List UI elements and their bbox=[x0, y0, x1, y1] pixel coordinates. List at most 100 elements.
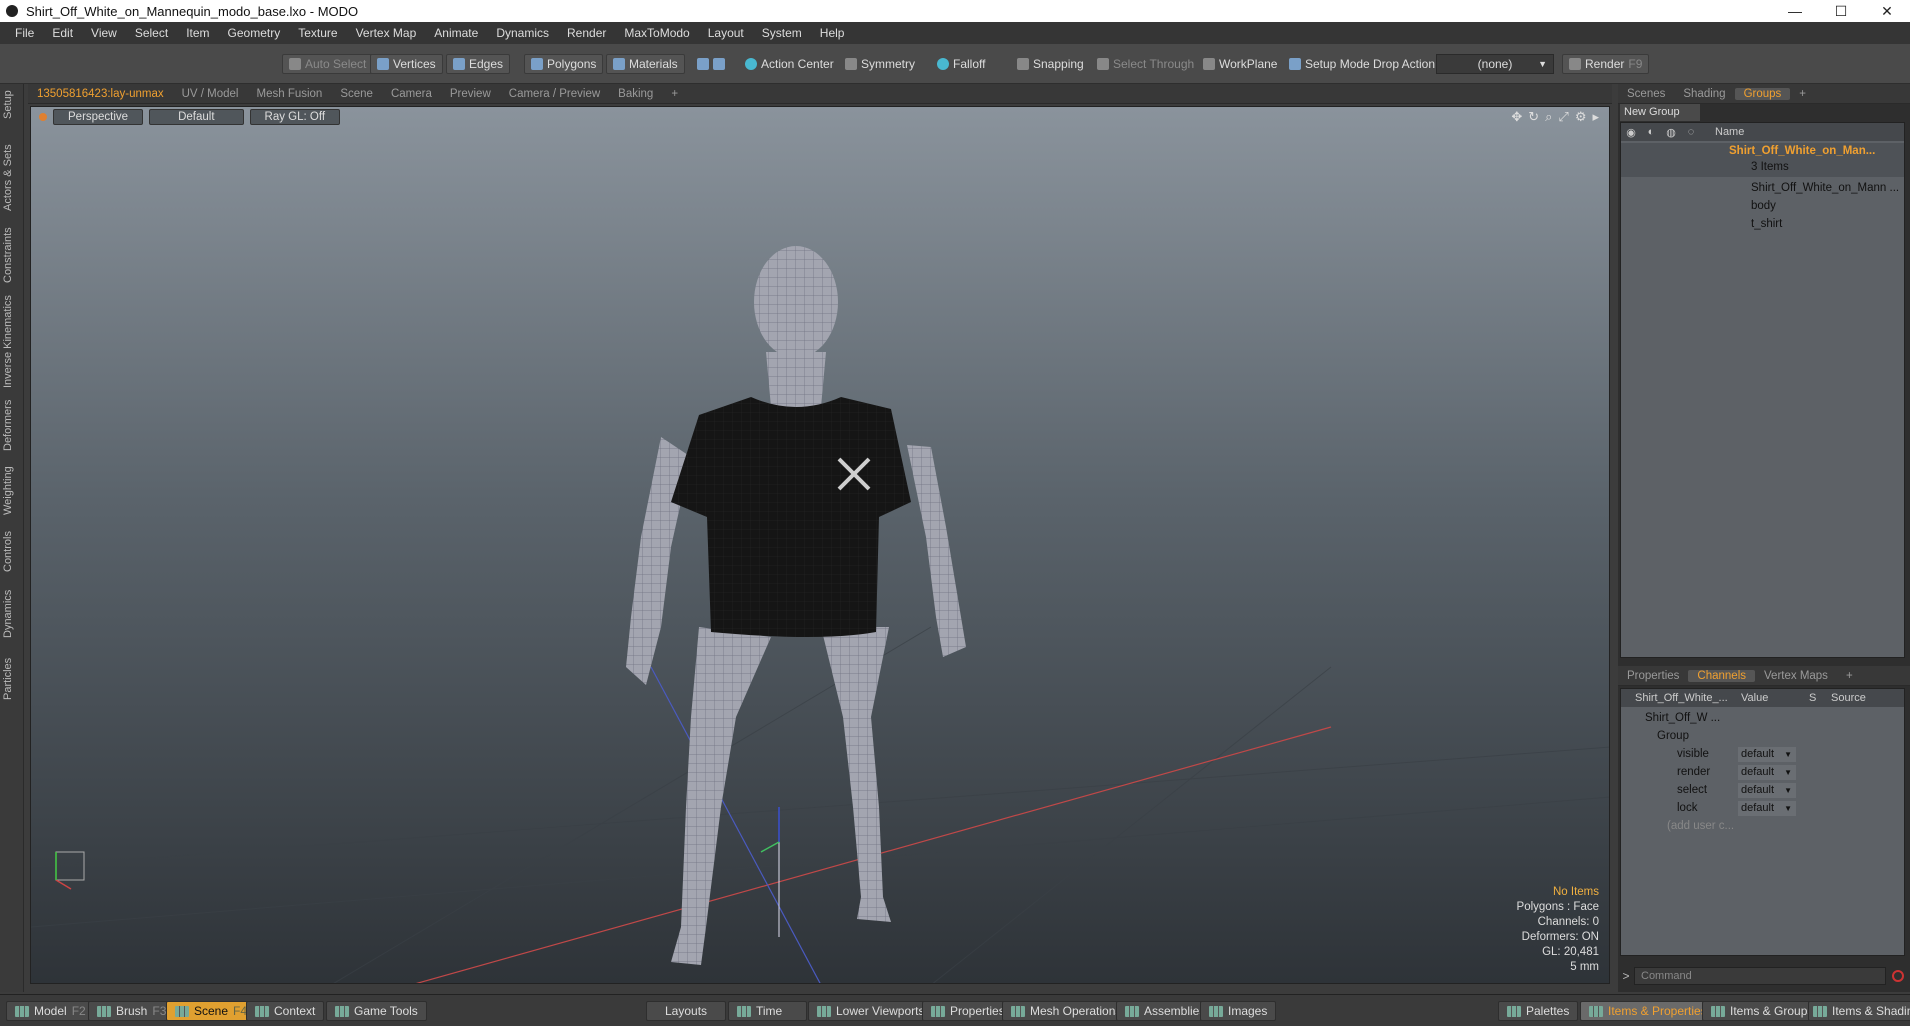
tab-weighting[interactable]: Weighting bbox=[2, 460, 22, 522]
falloff-button[interactable]: Falloff bbox=[930, 54, 992, 74]
layout-game-tools-button[interactable]: Game Tools bbox=[326, 1001, 427, 1021]
snapping-button[interactable]: Snapping bbox=[1010, 54, 1091, 74]
select-through-button[interactable]: Select Through bbox=[1090, 54, 1201, 74]
channel-group-row[interactable]: Group bbox=[1621, 727, 1904, 745]
tab-constraints[interactable]: Constraints bbox=[2, 222, 22, 288]
tab-inverse-kinematics[interactable]: Inverse Kinematics bbox=[2, 292, 22, 392]
menu-view[interactable]: View bbox=[82, 26, 126, 40]
items-properties-button[interactable]: Items & Properties bbox=[1580, 1001, 1716, 1021]
menu-vertex-map[interactable]: Vertex Map bbox=[347, 26, 426, 40]
record-icon[interactable] bbox=[1892, 970, 1904, 982]
layout-brush-button[interactable]: Brush F3 bbox=[88, 1001, 176, 1021]
tab-channels[interactable]: Channels bbox=[1688, 669, 1756, 682]
menu-maxtomodo[interactable]: MaxToModo bbox=[615, 26, 698, 40]
tab-camera-preview[interactable]: Camera / Preview bbox=[500, 88, 609, 100]
value-select[interactable]: default ▼ bbox=[1738, 800, 1796, 816]
tab-particles[interactable]: Particles bbox=[2, 648, 22, 710]
tab-properties[interactable]: Properties bbox=[1618, 670, 1688, 682]
properties-button[interactable]: Properties bbox=[922, 1001, 1014, 1021]
tab-actors-sets[interactable]: Actors & Sets bbox=[2, 136, 22, 220]
tab-controls[interactable]: Controls bbox=[2, 524, 22, 580]
group-child-row[interactable]: body bbox=[1621, 197, 1904, 215]
tab-camera[interactable]: Camera bbox=[382, 88, 441, 100]
setup-mode-button[interactable]: Setup Mode bbox=[1282, 54, 1377, 74]
lower-viewports-button[interactable]: Lower Viewports bbox=[808, 1001, 934, 1021]
tab-deformers[interactable]: Deformers bbox=[2, 394, 22, 456]
group-child-row[interactable]: Shirt_Off_White_on_Mann ... bbox=[1621, 179, 1904, 197]
tab-groups[interactable]: Groups bbox=[1734, 87, 1791, 100]
group-child-row[interactable]: t_shirt bbox=[1621, 215, 1904, 233]
items-groups-button[interactable]: Items & Groups bbox=[1702, 1001, 1823, 1021]
tab-mesh-fusion[interactable]: Mesh Fusion bbox=[248, 88, 332, 100]
menu-dynamics[interactable]: Dynamics bbox=[487, 26, 558, 40]
materials-button[interactable]: Materials bbox=[606, 54, 685, 74]
group-root-row[interactable]: Shirt_Off_White_on_Man... 3 Items bbox=[1621, 143, 1904, 177]
value-select[interactable]: default ▼ bbox=[1738, 746, 1796, 762]
value-select[interactable]: default ▼ bbox=[1738, 764, 1796, 780]
transform-tools[interactable] bbox=[690, 54, 732, 74]
channel-row-lock[interactable]: lock default ▼ bbox=[1621, 799, 1904, 817]
layouts-button[interactable]: Layouts bbox=[646, 1001, 727, 1021]
minimize-button[interactable]: — bbox=[1772, 0, 1818, 22]
command-input[interactable]: Command bbox=[1634, 967, 1886, 985]
value-select[interactable]: default ▼ bbox=[1738, 782, 1796, 798]
add-tab-button[interactable]: + bbox=[662, 88, 687, 100]
tab-scenes[interactable]: Scenes bbox=[1618, 88, 1674, 100]
mesh-operations-button[interactable]: Mesh Operations bbox=[1002, 1001, 1131, 1021]
new-group-button[interactable]: New Group bbox=[1620, 104, 1700, 121]
render-button[interactable]: Render F9 bbox=[1562, 54, 1650, 74]
viewport-options-icon[interactable] bbox=[39, 113, 47, 121]
palettes-button[interactable]: Palettes bbox=[1498, 1001, 1579, 1021]
channel-row-visible[interactable]: visible default ▼ bbox=[1621, 745, 1904, 763]
tab-baking[interactable]: Baking bbox=[609, 88, 662, 100]
fit-icon[interactable]: ⤢ bbox=[1558, 109, 1568, 125]
tab-uv-model[interactable]: UV / Model bbox=[173, 88, 248, 100]
maximize-button[interactable]: ☐ bbox=[1818, 0, 1864, 22]
zoom-icon[interactable]: ⌕ bbox=[1545, 109, 1552, 125]
add-panel-tab[interactable]: + bbox=[1790, 88, 1815, 100]
channel-row-select[interactable]: select default ▼ bbox=[1621, 781, 1904, 799]
tab-preview[interactable]: Preview bbox=[441, 88, 500, 100]
3d-viewport[interactable]: Perspective Default Ray GL: Off ✥ ↻ ⌕ ⤢ … bbox=[30, 106, 1610, 984]
rotate-icon[interactable]: ↻ bbox=[1528, 109, 1539, 125]
symmetry-button[interactable]: Symmetry bbox=[838, 54, 922, 74]
settings-icon[interactable]: ⚙ bbox=[1575, 109, 1587, 125]
add-user-channel[interactable]: (add user c... bbox=[1621, 817, 1904, 835]
edges-button[interactable]: Edges bbox=[446, 54, 511, 74]
menu-layout[interactable]: Layout bbox=[699, 26, 753, 40]
menu-animate[interactable]: Animate bbox=[425, 26, 487, 40]
action-center-button[interactable]: Action Center bbox=[738, 54, 841, 74]
menu-system[interactable]: System bbox=[753, 26, 811, 40]
pan-icon[interactable]: ✥ bbox=[1511, 109, 1522, 125]
time-button[interactable]: Time bbox=[728, 1001, 808, 1021]
tab-shading[interactable]: Shading bbox=[1674, 88, 1734, 100]
layout-context-button[interactable]: Context bbox=[246, 1001, 325, 1021]
menu-help[interactable]: Help bbox=[811, 26, 854, 40]
layout-scene-button[interactable]: Scene F4 bbox=[166, 1001, 257, 1021]
workplane-button[interactable]: WorkPlane bbox=[1196, 54, 1284, 74]
close-button[interactable]: ✕ bbox=[1864, 0, 1910, 22]
images-button[interactable]: Images bbox=[1200, 1001, 1277, 1021]
tab-layout-unmax[interactable]: 13505816423:lay-unmax bbox=[28, 88, 173, 100]
shading-selector[interactable]: Default bbox=[149, 109, 244, 125]
tab-dynamics[interactable]: Dynamics bbox=[2, 584, 22, 644]
channel-row-render[interactable]: render default ▼ bbox=[1621, 763, 1904, 781]
tab-setup[interactable]: Setup bbox=[2, 88, 22, 122]
menu-select[interactable]: Select bbox=[126, 26, 177, 40]
tab-vertex-maps[interactable]: Vertex Maps bbox=[1755, 670, 1837, 682]
menu-render[interactable]: Render bbox=[558, 26, 615, 40]
menu-item[interactable]: Item bbox=[177, 26, 218, 40]
polygons-button[interactable]: Polygons bbox=[524, 54, 604, 74]
items-shading-button[interactable]: Items & Shading bbox=[1808, 1001, 1910, 1021]
menu-file[interactable]: File bbox=[6, 26, 43, 40]
menu-texture[interactable]: Texture bbox=[289, 26, 346, 40]
raygl-toggle[interactable]: Ray GL: Off bbox=[249, 109, 341, 125]
add-panel-tab[interactable]: + bbox=[1837, 670, 1862, 682]
channel-root-row[interactable]: Shirt_Off_W ... bbox=[1621, 709, 1904, 727]
auto-select-button[interactable]: Auto Select bbox=[282, 54, 374, 74]
menu-edit[interactable]: Edit bbox=[43, 26, 82, 40]
menu-geometry[interactable]: Geometry bbox=[219, 26, 290, 40]
vertices-button[interactable]: Vertices bbox=[370, 54, 443, 74]
layout-model-button[interactable]: Model F2 bbox=[6, 1001, 95, 1021]
expand-icon[interactable]: ▸ bbox=[1592, 109, 1599, 125]
